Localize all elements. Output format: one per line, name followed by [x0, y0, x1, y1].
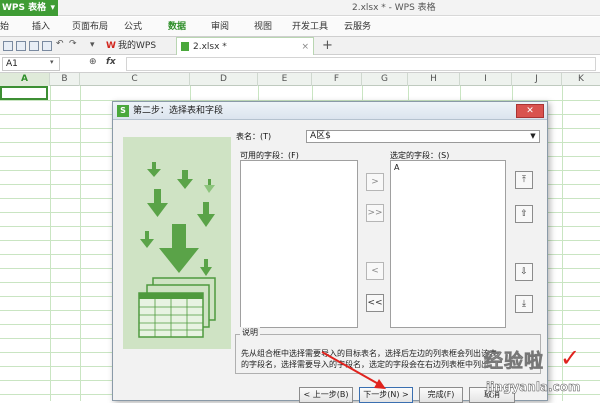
close-icon[interactable]: ×: [301, 38, 309, 56]
print-icon[interactable]: [29, 41, 39, 51]
wps-sheet-icon: S: [117, 105, 129, 117]
watermark: 经验啦 ✓ jingyanla.com: [484, 344, 600, 400]
formula-input[interactable]: [126, 57, 596, 71]
list-item[interactable]: A: [391, 161, 505, 174]
column-header-j[interactable]: J: [512, 73, 562, 86]
column-header-a[interactable]: A: [0, 73, 50, 86]
quick-toolbar: ↶ ↷ ▾ W 我的WPS × 2.xlsx * × +: [0, 37, 600, 69]
undo-icon[interactable]: ↶: [56, 39, 64, 49]
sheet-file-icon: [181, 42, 189, 51]
available-fields-list[interactable]: [240, 160, 358, 328]
import-arrows-illustration: [138, 162, 216, 338]
table-name-value: A区$: [310, 131, 331, 141]
column-header-e[interactable]: E: [258, 73, 312, 86]
ribbon-menu: 始 插入 页面布局 公式 数据 审阅 视图 开发工具 云服务: [0, 17, 600, 37]
tab-label: 我的WPS: [118, 41, 157, 51]
menu-formulas[interactable]: 公式: [124, 17, 142, 37]
column-header-h[interactable]: H: [408, 73, 460, 86]
column-header-b[interactable]: B: [50, 73, 80, 86]
move-down-button[interactable]: ⇩: [515, 263, 533, 281]
menu-view[interactable]: 视图: [254, 17, 272, 37]
menu-data[interactable]: 数据: [168, 17, 186, 37]
zoom-icon[interactable]: ⊕: [89, 57, 97, 67]
move-top-button[interactable]: ⤒: [515, 171, 533, 189]
menu-home[interactable]: 始: [0, 17, 9, 37]
app-menu-button[interactable]: WPS 表格 ▾: [0, 0, 58, 16]
save-icon[interactable]: [3, 41, 13, 51]
window-title: 2.xlsx * - WPS 表格: [352, 3, 436, 13]
watermark-url: jingyanla.com: [486, 380, 581, 395]
tab-label: 2.xlsx *: [193, 42, 227, 52]
description-title: 说明: [240, 327, 260, 338]
column-header-c[interactable]: C: [80, 73, 190, 86]
menu-page-layout[interactable]: 页面布局: [72, 17, 108, 37]
add-field-button[interactable]: >: [366, 173, 384, 191]
column-header-d[interactable]: D: [190, 73, 258, 86]
remove-all-fields-button[interactable]: <<: [366, 294, 384, 312]
preview-icon[interactable]: [42, 41, 52, 51]
menu-review[interactable]: 审阅: [211, 17, 229, 37]
add-all-fields-button[interactable]: >>: [366, 204, 384, 222]
menu-developer[interactable]: 开发工具: [292, 17, 328, 37]
tab-document[interactable]: 2.xlsx * ×: [176, 37, 314, 55]
chevron-down-icon[interactable]: ▾: [50, 58, 54, 66]
move-bottom-button[interactable]: ⤓: [515, 295, 533, 313]
menu-insert[interactable]: 插入: [32, 17, 50, 37]
formula-bar: A1 ▾ ⊕ fx: [0, 56, 600, 73]
column-header-i[interactable]: I: [460, 73, 512, 86]
dialog-title-bar: S 第二步：选择表和字段 ✕: [113, 102, 547, 120]
app-name: WPS 表格: [2, 3, 47, 13]
wizard-illustration: [123, 137, 231, 349]
selected-fields-list[interactable]: A: [390, 160, 506, 328]
remove-field-button[interactable]: <: [366, 262, 384, 280]
dialog-title: 第二步：选择表和字段: [133, 106, 224, 116]
tab-my-wps[interactable]: W 我的WPS ×: [102, 37, 172, 69]
import-wizard-dialog: S 第二步：选择表和字段 ✕ 表名：(T) A区$ ▼ 可用的字段：(F) 选定…: [112, 101, 548, 403]
close-button[interactable]: ✕: [516, 104, 544, 118]
table-name-label: 表名：(T): [236, 132, 272, 141]
column-header-g[interactable]: G: [362, 73, 408, 86]
chevron-down-icon: ▾: [50, 3, 55, 13]
menu-cloud[interactable]: 云服务: [344, 17, 371, 37]
export-icon[interactable]: [16, 41, 26, 51]
checkmark-icon: ✓: [560, 344, 581, 372]
grid-column-line: [50, 86, 51, 401]
grid-column-line: [80, 86, 81, 401]
column-header-f[interactable]: F: [312, 73, 362, 86]
chevron-down-icon[interactable]: ▾: [90, 40, 95, 50]
chevron-down-icon[interactable]: ▼: [527, 131, 539, 142]
wps-logo-icon: W: [106, 41, 116, 51]
table-name-select[interactable]: A区$ ▼: [306, 130, 540, 143]
selected-cell[interactable]: [0, 86, 48, 100]
column-header-row: A B C D E F G H I J K: [0, 73, 600, 86]
redo-icon[interactable]: ↷: [69, 39, 77, 49]
new-tab-icon[interactable]: +: [322, 37, 333, 55]
column-header-k[interactable]: K: [562, 73, 600, 86]
title-bar: WPS 表格 ▾ 2.xlsx * - WPS 表格: [0, 0, 600, 16]
watermark-title: 经验啦: [484, 350, 545, 373]
function-icon[interactable]: fx: [106, 57, 116, 67]
move-up-button[interactable]: ⇧: [515, 205, 533, 223]
